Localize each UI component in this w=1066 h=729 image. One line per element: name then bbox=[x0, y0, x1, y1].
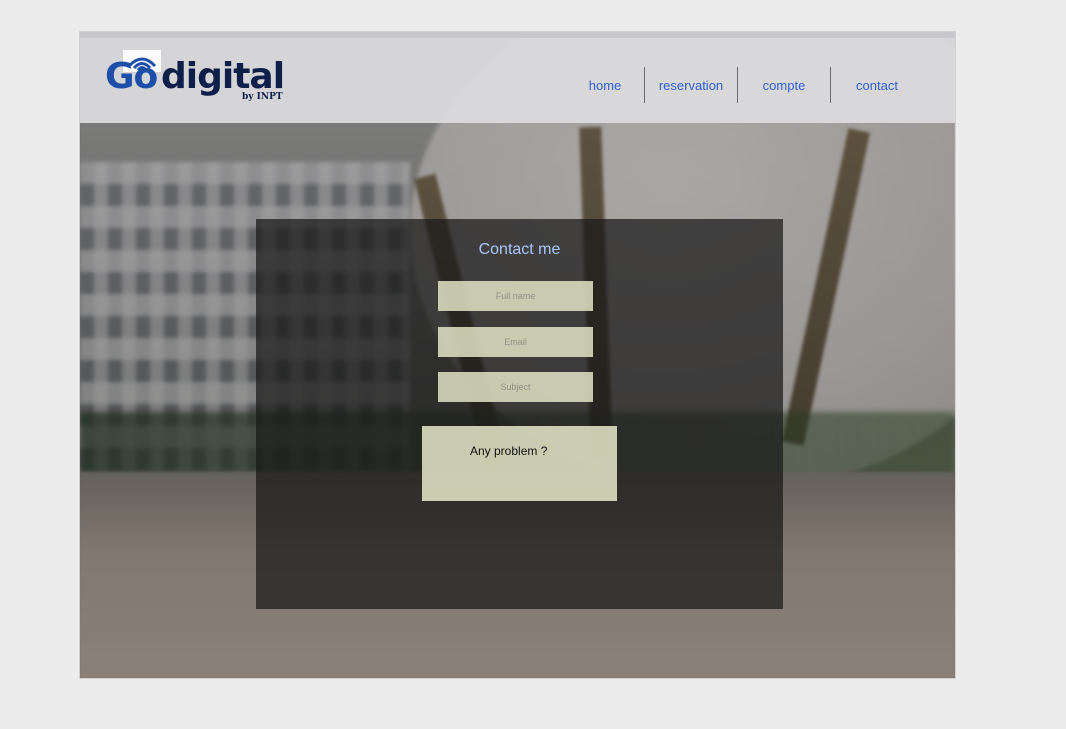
subject-input[interactable] bbox=[438, 372, 593, 402]
contact-form-title: Contact me bbox=[478, 241, 561, 258]
logo-go-text: Go bbox=[105, 56, 158, 97]
logo-by-inpt-text: by INPT bbox=[242, 92, 283, 102]
nav-link-compte[interactable]: compte bbox=[738, 67, 830, 103]
email-input[interactable] bbox=[438, 327, 593, 357]
nav-link-contact[interactable]: contact bbox=[831, 67, 923, 103]
site-header: Go digital by INPT home reservation comp… bbox=[80, 32, 955, 123]
nav-link-home[interactable]: home bbox=[566, 67, 644, 103]
full-name-input[interactable] bbox=[438, 281, 593, 311]
website-frame: Go digital by INPT home reservation comp… bbox=[79, 31, 956, 679]
logo-digital-text: digital bbox=[161, 56, 285, 97]
nav-link-reservation[interactable]: reservation bbox=[645, 67, 737, 103]
contact-form-panel: Contact me bbox=[256, 219, 783, 609]
message-textarea[interactable] bbox=[422, 426, 617, 501]
site-logo[interactable]: Go digital by INPT bbox=[105, 50, 285, 104]
main-nav: home reservation compte contact bbox=[566, 67, 923, 103]
